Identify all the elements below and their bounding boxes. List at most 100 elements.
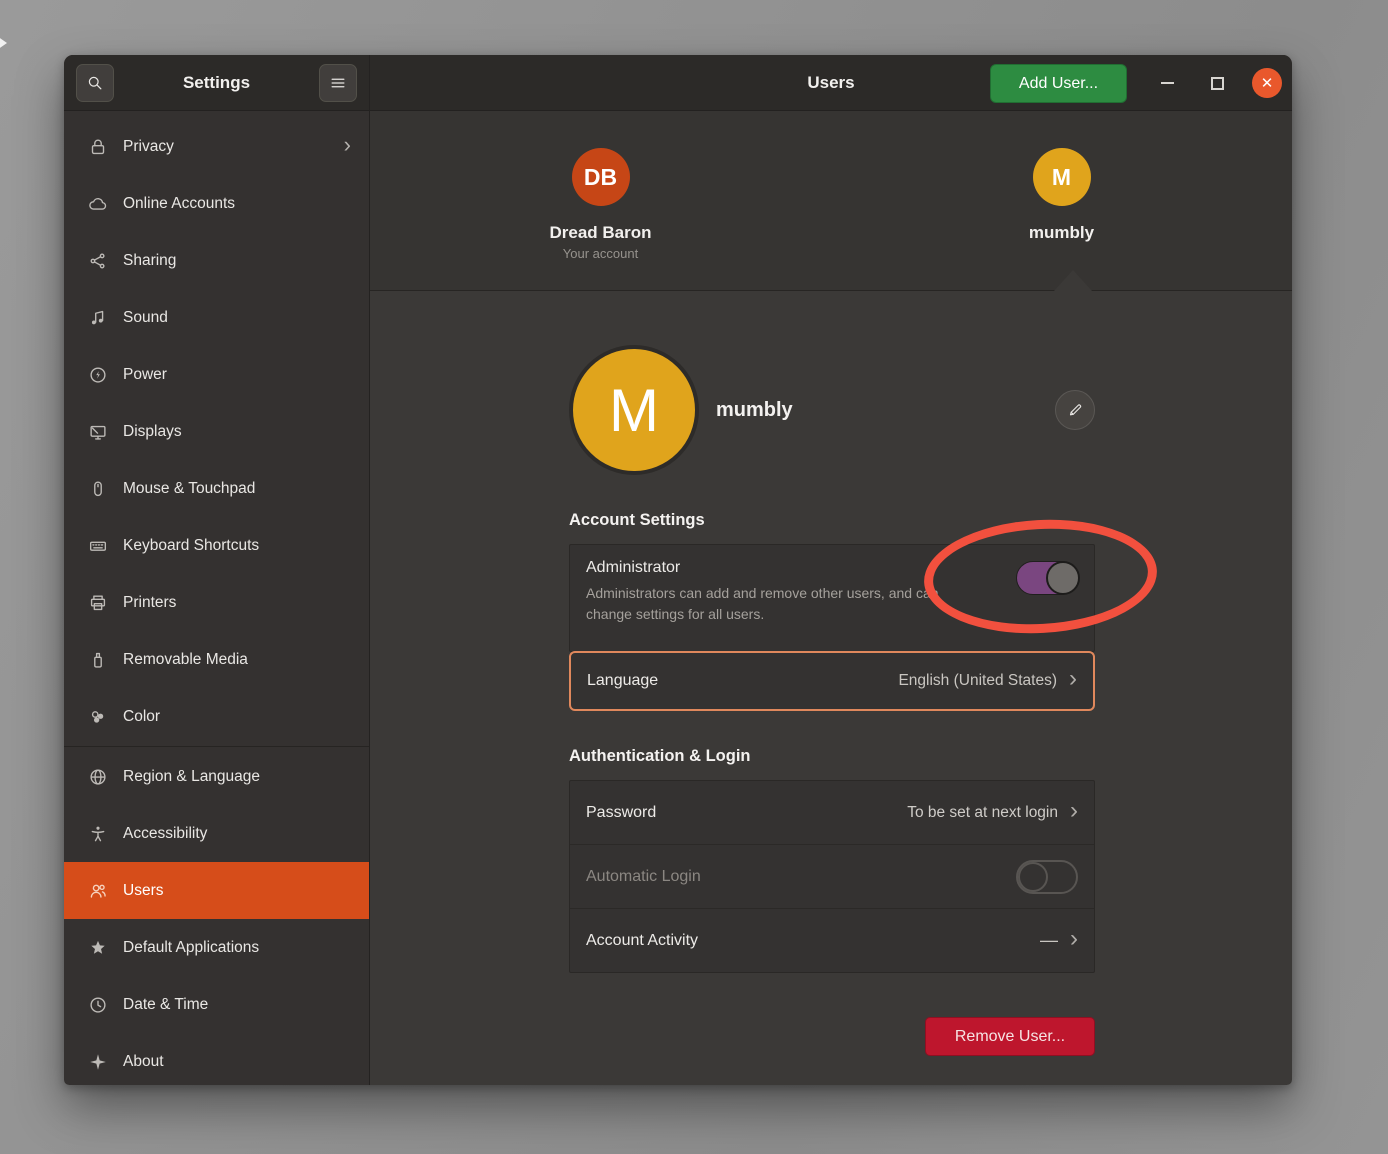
sidebar-item-label: Users xyxy=(123,882,163,900)
language-label: Language xyxy=(587,672,658,690)
sidebar-item-label: Removable Media xyxy=(123,651,248,669)
remove-user-button[interactable]: Remove User... xyxy=(925,1017,1095,1056)
user-card-dread-baron[interactable]: DB Dread Baron Your account xyxy=(370,111,831,290)
user-name: mumbly xyxy=(1029,223,1094,243)
sound-icon xyxy=(87,307,109,329)
sidebar-divider xyxy=(64,746,369,747)
profile-avatar[interactable]: M xyxy=(569,345,699,475)
sidebar-item-label: Color xyxy=(123,708,160,726)
sidebar-list: Privacy› Online Accounts Sharing Sound Power… xyxy=(64,111,369,1085)
cursor-artifact xyxy=(0,36,7,50)
settings-window: Settings Privacy› Online Accounts Sharing S… xyxy=(64,55,1292,1085)
password-row[interactable]: Password To be set at next login › xyxy=(570,781,1094,844)
maximize-button[interactable] xyxy=(1203,68,1231,98)
users-icon xyxy=(87,880,109,902)
sidebar-item-users[interactable]: Users xyxy=(64,862,369,919)
lock-icon xyxy=(87,136,109,158)
chevron-right-icon: › xyxy=(1070,799,1078,827)
sidebar-item-power[interactable]: Power xyxy=(64,346,369,403)
language-value: English (United States) xyxy=(898,672,1057,690)
sidebar-item-label: Accessibility xyxy=(123,825,207,843)
minimize-icon xyxy=(1161,82,1174,84)
sidebar-item-color[interactable]: Color xyxy=(64,688,369,745)
media-icon xyxy=(87,649,109,671)
rename-user-button[interactable] xyxy=(1055,390,1095,430)
sidebar-item-mouse-touchpad[interactable]: Mouse & Touchpad xyxy=(64,460,369,517)
sidebar-item-label: Region & Language xyxy=(123,768,260,786)
sidebar-item-sound[interactable]: Sound xyxy=(64,289,369,346)
pencil-icon xyxy=(1066,401,1084,419)
printer-icon xyxy=(87,592,109,614)
sparkle-icon xyxy=(87,1051,109,1073)
close-button[interactable]: ✕ xyxy=(1252,68,1282,98)
administrator-row: Administrator Administrators can add and… xyxy=(569,544,1095,652)
sidebar-item-label: Sound xyxy=(123,309,168,327)
primary-menu-button[interactable] xyxy=(319,64,357,102)
user-carousel: DB Dread Baron Your account M mumbly xyxy=(370,111,1292,291)
sidebar-item-label: Power xyxy=(123,366,167,384)
cloud-icon xyxy=(87,193,109,215)
profile-row: M mumbly xyxy=(569,345,1095,475)
avatar: M xyxy=(1033,148,1091,206)
star-icon xyxy=(87,937,109,959)
automatic-login-label: Automatic Login xyxy=(586,868,701,886)
user-subtitle: Your account xyxy=(563,246,638,261)
desktop: Settings Privacy› Online Accounts Sharing S… xyxy=(0,0,1388,1154)
sidebar-item-label: Online Accounts xyxy=(123,195,235,213)
sidebar-item-sharing[interactable]: Sharing xyxy=(64,232,369,289)
sidebar-item-default-applications[interactable]: Default Applications xyxy=(64,919,369,976)
add-user-button[interactable]: Add User... xyxy=(990,64,1127,103)
mouse-icon xyxy=(87,478,109,500)
share-icon xyxy=(87,250,109,272)
administrator-toggle[interactable] xyxy=(1016,561,1078,595)
sidebar-item-keyboard-shortcuts[interactable]: Keyboard Shortcuts xyxy=(64,517,369,574)
account-activity-row[interactable]: Account Activity — › xyxy=(570,909,1094,972)
search-button[interactable] xyxy=(76,64,114,102)
sidebar-item-accessibility[interactable]: Accessibility xyxy=(64,805,369,862)
chevron-right-icon: › xyxy=(344,134,351,159)
automatic-login-toggle[interactable] xyxy=(1016,860,1078,894)
administrator-description: Administrators can add and remove other … xyxy=(586,583,984,625)
sidebar-item-online-accounts[interactable]: Online Accounts xyxy=(64,175,369,232)
password-label: Password xyxy=(586,804,656,822)
sidebar-header: Settings xyxy=(64,55,369,111)
account-activity-label: Account Activity xyxy=(586,932,698,950)
sidebar-item-label: Mouse & Touchpad xyxy=(123,480,255,498)
section-heading-authentication: Authentication & Login xyxy=(569,747,1095,766)
keyboard-icon xyxy=(87,535,109,557)
authentication-card: Password To be set at next login › Autom… xyxy=(569,780,1095,973)
clock-icon xyxy=(87,994,109,1016)
chevron-right-icon: › xyxy=(1070,927,1078,955)
sidebar-item-displays[interactable]: Displays xyxy=(64,403,369,460)
minimize-button[interactable] xyxy=(1153,68,1181,98)
sidebar-item-printers[interactable]: Printers xyxy=(64,574,369,631)
globe-icon xyxy=(87,766,109,788)
app-title: Settings xyxy=(114,73,319,93)
color-icon xyxy=(87,706,109,728)
user-name: Dread Baron xyxy=(549,223,651,243)
sidebar-item-label: Displays xyxy=(123,423,182,441)
close-icon: ✕ xyxy=(1261,74,1274,92)
sidebar-item-removable-media[interactable]: Removable Media xyxy=(64,631,369,688)
content-pane: Users Add User... ✕ DB Dread Baron Your … xyxy=(370,55,1292,1085)
sidebar: Settings Privacy› Online Accounts Sharing S… xyxy=(64,55,370,1085)
profile-name: mumbly xyxy=(716,399,793,422)
sidebar-item-label: Sharing xyxy=(123,252,176,270)
sidebar-item-label: Printers xyxy=(123,594,176,612)
sidebar-item-region-language[interactable]: Region & Language xyxy=(64,748,369,805)
language-row[interactable]: Language English (United States) › xyxy=(569,651,1095,711)
sidebar-item-privacy[interactable]: Privacy› xyxy=(64,118,369,175)
sidebar-item-label: Keyboard Shortcuts xyxy=(123,537,259,555)
maximize-icon xyxy=(1211,77,1224,90)
chevron-right-icon: › xyxy=(1069,667,1077,695)
power-icon xyxy=(87,364,109,386)
toggle-knob xyxy=(1018,862,1048,892)
sidebar-item-about[interactable]: About xyxy=(64,1033,369,1085)
search-icon xyxy=(85,73,105,93)
hamburger-menu-icon xyxy=(328,73,348,93)
password-value: To be set at next login xyxy=(907,804,1058,822)
sidebar-item-label: About xyxy=(123,1053,164,1071)
user-detail-panel: M mumbly Account Settings Administrator … xyxy=(370,291,1292,1085)
sidebar-item-date-time[interactable]: Date & Time xyxy=(64,976,369,1033)
user-card-mumbly[interactable]: M mumbly xyxy=(831,111,1292,290)
